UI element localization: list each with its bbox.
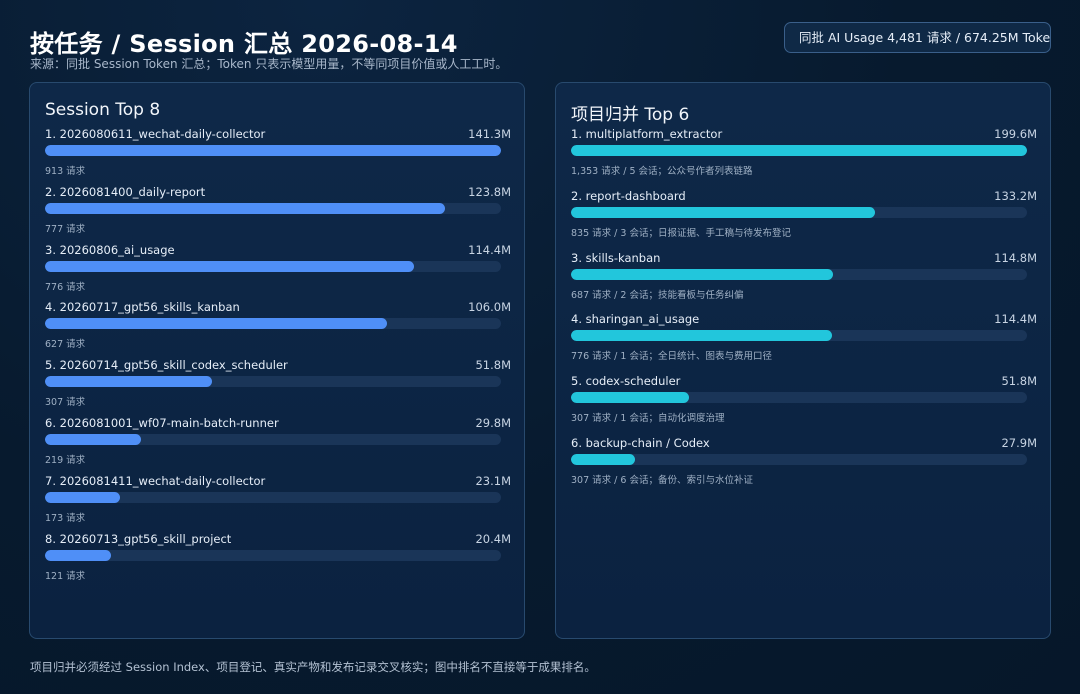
project-top-panel: 项目归并 Top 6 1. multiplatform_extractor 199… xyxy=(555,82,1051,639)
project-bar-list: 1. multiplatform_extractor 199.6M 1,353 请求… xyxy=(571,127,1037,498)
bar-row: 3. skills-kanban 114.8M 687 请求 / 2 会话；技能看板… xyxy=(571,250,1037,313)
bar xyxy=(45,318,388,330)
bar-value-label: 51.8M xyxy=(1001,374,1037,389)
bar-value-label: 114.8M xyxy=(994,250,1037,265)
bar xyxy=(45,376,213,388)
bar-category-label: 1. 2026080611_wechat-daily-collector xyxy=(45,127,266,141)
bar xyxy=(571,453,635,465)
bar-meta-text: 913 请求 xyxy=(45,166,86,177)
page-title: 按任务 / Session 汇总 2026-08-14 xyxy=(30,30,458,58)
bar-track xyxy=(45,260,501,272)
bar-track xyxy=(571,330,1027,342)
bar-value-label: 141.3M xyxy=(468,127,511,141)
bar-value-label: 29.8M xyxy=(475,415,511,430)
bar-track xyxy=(45,433,501,445)
bar-value-label: 27.9M xyxy=(1001,435,1037,450)
bar-meta-text: 1,353 请求 / 5 会话；公众号作者列表链路 xyxy=(571,166,753,177)
bar-category-label: 6. 2026081001_wf07-main-batch-runner xyxy=(45,415,279,430)
footnote: 项目归并必须经过 Session Index、项目登记、真实产物和发布记录交叉核… xyxy=(30,660,596,674)
bar-value-label: 133.2M xyxy=(994,188,1037,203)
bar-value-label: 51.8M xyxy=(475,358,511,373)
bar xyxy=(571,268,834,280)
usage-summary-badge: 同批 AI Usage 4,481 请求 / 674.25M Token xyxy=(784,22,1051,53)
bar-meta-text: 307 请求 / 1 会话；自动化调度治理 xyxy=(571,413,725,425)
bar-meta-text: 627 请求 xyxy=(45,339,86,351)
bar-category-label: 6. backup-chain / Codex xyxy=(571,435,710,450)
bar-row: 2. report-dashboard 133.2M 835 请求 / 3 会话；日… xyxy=(571,188,1037,251)
bar xyxy=(45,549,111,561)
bar-category-label: 3. 20260806_ai_usage xyxy=(45,242,175,257)
bar-track xyxy=(45,318,501,330)
bar-track xyxy=(45,376,501,388)
bar-row: 4. sharingan_ai_usage 114.4M 776 请求 / 1 会话… xyxy=(571,312,1037,374)
bar-row: 7. 2026081411_wechat-daily-collector 23.1… xyxy=(45,473,511,532)
bar-category-label: 4. sharingan_ai_usage xyxy=(571,312,700,327)
bar-track xyxy=(571,206,1027,218)
bar xyxy=(571,392,690,404)
bar-category-label: 4. 20260717_gpt56_skills_kanban xyxy=(45,300,240,315)
bar-meta-text: 121 请求 xyxy=(45,570,86,582)
bar xyxy=(571,145,1027,156)
bar-track xyxy=(571,453,1027,465)
bar-track xyxy=(571,268,1027,280)
bar-meta-text: 219 请求 xyxy=(45,454,86,466)
bar-row: 5. codex-scheduler 51.8M 307 请求 / 1 会话；自动化… xyxy=(571,374,1037,436)
bar xyxy=(45,202,445,214)
bar-category-label: 2. report-dashboard xyxy=(571,188,686,203)
bar-meta-text: 776 请求 / 1 会话；全日统计、图表与费用口径 xyxy=(571,351,772,363)
bar-row: 2. 2026081400_daily-report 123.8M 777 请求 xyxy=(45,184,511,243)
bar-meta-text: 307 请求 xyxy=(45,397,86,409)
bar-meta-text: 173 请求 xyxy=(45,512,86,524)
bar-row: 1. 2026080611_wechat-daily-collector 141.… xyxy=(45,127,511,185)
session-top-panel: Session Top 8 1. 2026080611_wechat-daily… xyxy=(29,82,525,639)
session-bar-list: 1. 2026080611_wechat-daily-collector 141.… xyxy=(45,127,511,590)
bar xyxy=(45,433,142,445)
bar-category-label: 5. 20260714_gpt56_skill_codex_scheduler xyxy=(45,358,288,373)
bar-category-label: 1. multiplatform_extractor xyxy=(571,127,723,141)
bar-category-label: 7. 2026081411_wechat-daily-collector xyxy=(45,473,266,488)
bar-value-label: 20.4M xyxy=(475,531,511,546)
bar-track xyxy=(45,145,501,156)
bar-meta-text: 777 请求 xyxy=(45,223,86,235)
dashboard-page: 按任务 / Session 汇总 2026-08-14 来源：同批 Sessio… xyxy=(0,0,1080,694)
bar-meta-text: 307 请求 / 6 会话；备份、索引与水位补证 xyxy=(571,474,753,486)
bar xyxy=(571,206,876,218)
bar-track xyxy=(571,392,1027,404)
bar-category-label: 5. codex-scheduler xyxy=(571,374,681,389)
bar-category-label: 8. 20260713_gpt56_skill_project xyxy=(45,531,232,546)
page-subtitle: 来源：同批 Session Token 汇总；Token 只表示模型用量，不等同… xyxy=(30,57,508,71)
bar-track xyxy=(45,491,501,503)
bar-value-label: 106.0M xyxy=(468,300,511,315)
bar-row: 5. 20260714_gpt56_skill_codex_scheduler 5… xyxy=(45,358,511,416)
bar-row: 6. backup-chain / Codex 27.9M 307 请求 / 6 会… xyxy=(571,435,1037,498)
bar-track xyxy=(571,145,1027,156)
bar xyxy=(45,145,501,156)
bar-row: 1. multiplatform_extractor 199.6M 1,353 请求… xyxy=(571,127,1037,189)
bar-value-label: 114.4M xyxy=(468,242,511,257)
session-panel-title: Session Top 8 xyxy=(45,100,161,120)
bar-row: 3. 20260806_ai_usage 114.4M 776 请求 xyxy=(45,242,511,301)
bar xyxy=(45,260,415,272)
project-panel-title: 项目归并 Top 6 xyxy=(571,105,690,125)
bar xyxy=(45,491,120,503)
bar-meta-text: 835 请求 / 3 会话；日报证据、手工稿与待发布登记 xyxy=(571,227,791,239)
bar-track xyxy=(45,202,501,214)
bar-category-label: 2. 2026081400_daily-report xyxy=(45,184,206,199)
bar-category-label: 3. skills-kanban xyxy=(571,250,661,265)
bar-row: 8. 20260713_gpt56_skill_project 20.4M 121 … xyxy=(45,531,511,590)
bar-track xyxy=(45,549,501,561)
bar-value-label: 123.8M xyxy=(468,184,511,199)
bar-row: 4. 20260717_gpt56_skills_kanban 106.0M 627… xyxy=(45,300,511,358)
bar-row: 6. 2026081001_wf07-main-batch-runner 29.8… xyxy=(45,415,511,474)
bar-value-label: 114.4M xyxy=(994,312,1037,327)
bar-meta-text: 776 请求 xyxy=(45,281,86,293)
bar-value-label: 199.6M xyxy=(994,127,1037,141)
bar-value-label: 23.1M xyxy=(475,473,511,488)
bar xyxy=(571,330,833,342)
bar-meta-text: 687 请求 / 2 会话；技能看板与任务纠偏 xyxy=(571,289,744,301)
